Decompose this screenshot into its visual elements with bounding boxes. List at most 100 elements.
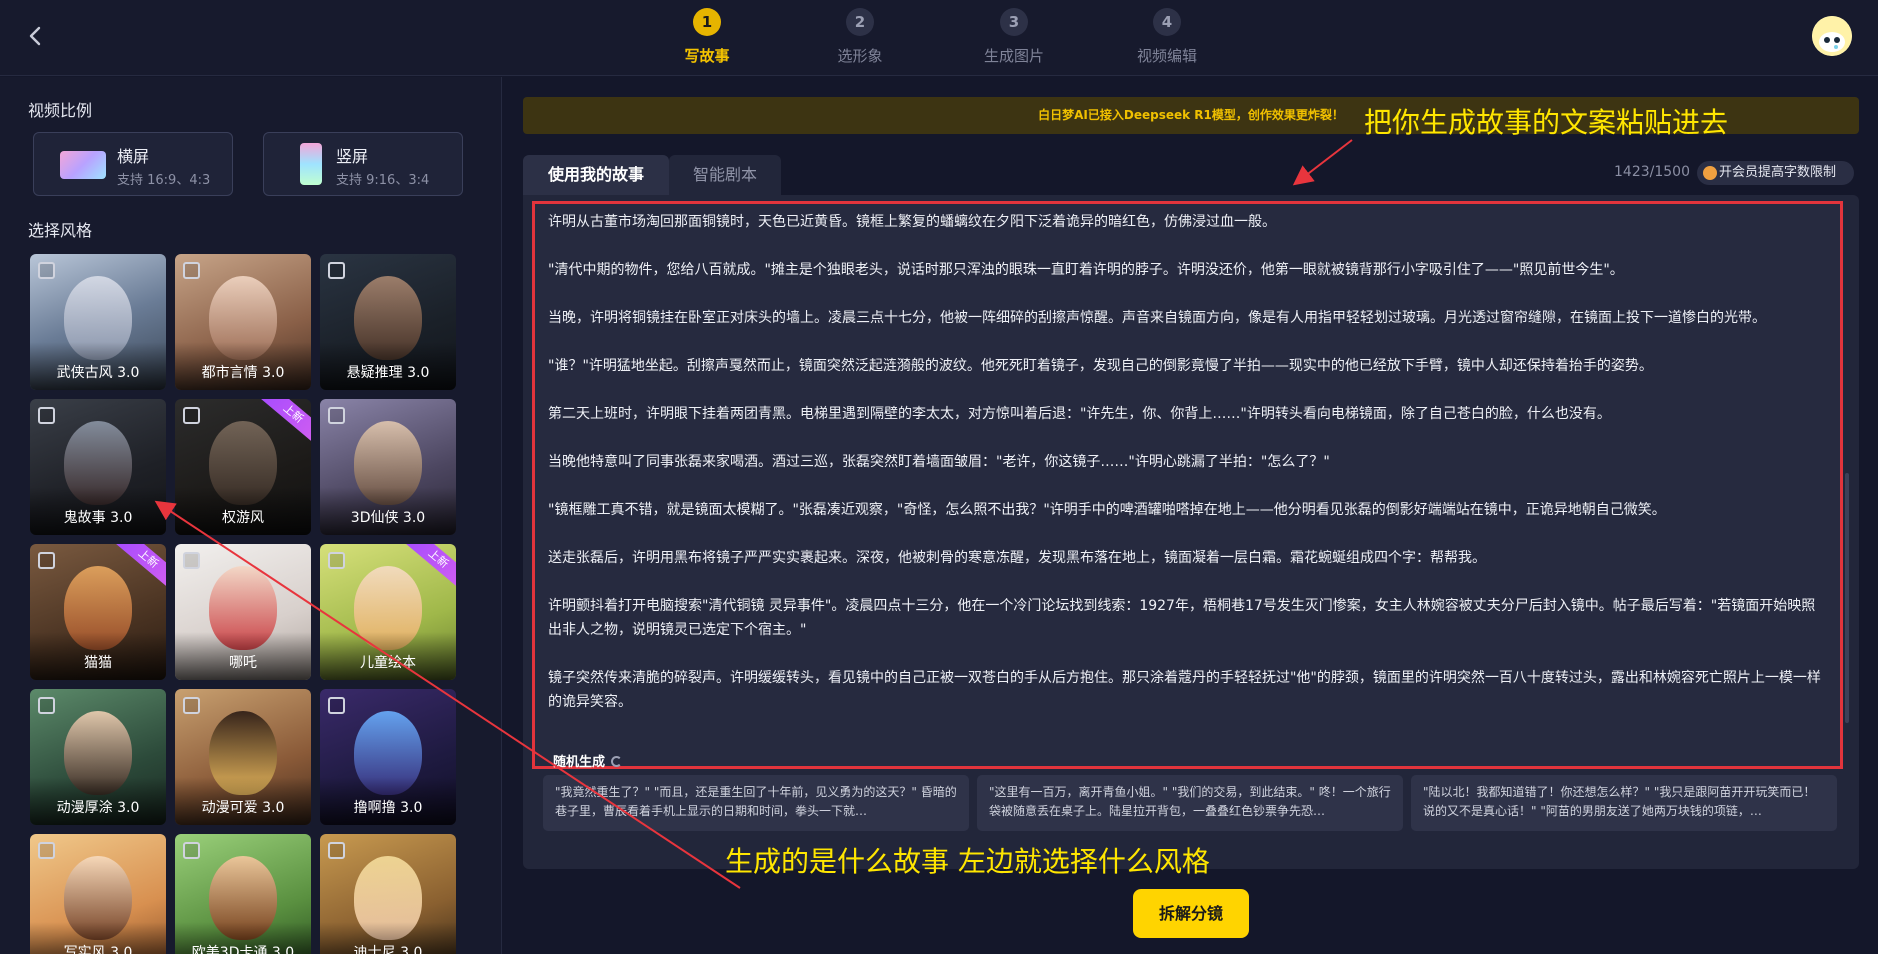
ratio-portrait-option[interactable]: 竖屏 支持 9:16、3:4 bbox=[263, 132, 463, 196]
refresh-icon bbox=[611, 756, 623, 767]
top-bar: 1 写故事 2 选形象 3 生成图片 4 视频编辑 bbox=[0, 0, 1878, 76]
style-checkbox[interactable] bbox=[183, 697, 200, 714]
user-avatar[interactable] bbox=[1812, 16, 1852, 56]
scrollbar[interactable] bbox=[1845, 473, 1849, 723]
step-number: 2 bbox=[846, 8, 874, 36]
step-number: 3 bbox=[1000, 8, 1028, 36]
style-label: 哪吒 bbox=[229, 655, 257, 671]
editor-container: 许明从古董市场淘回那面铜镜时，天色已近黄昏。镜框上繁复的蟠螭纹在夕阳下泛着诡异的… bbox=[523, 195, 1859, 869]
style-checkbox[interactable] bbox=[38, 842, 55, 859]
style-checkbox[interactable] bbox=[38, 697, 55, 714]
ratio-name: 横屏 bbox=[117, 147, 150, 166]
sample-story-card[interactable]: "这里有一百万，离开青鱼小姐。" "我们的交易，到此结束。" 咚！一个旅行袋被随… bbox=[977, 775, 1403, 831]
story-paragraph: "清代中期的物件，您给八百就成。"摊主是个独眼老头，说话时那只浑浊的眼珠一直盯着… bbox=[548, 262, 1624, 278]
style-checkbox[interactable] bbox=[38, 262, 55, 279]
vip-icon bbox=[1703, 166, 1717, 180]
style-label: 武侠古风 3.0 bbox=[56, 365, 140, 381]
style-label: 鬼故事 3.0 bbox=[63, 510, 133, 526]
style-section-title: 选择风格 bbox=[28, 221, 93, 240]
style-label: 猫猫 bbox=[84, 655, 112, 671]
style-card[interactable]: 3D仙侠 3.0 bbox=[320, 399, 456, 535]
upgrade-member-button[interactable]: 开会员提高字数限制 bbox=[1697, 161, 1854, 185]
style-label: 都市言情 3.0 bbox=[201, 365, 285, 381]
char-counter: 1423/1500 bbox=[1614, 164, 1690, 180]
story-text[interactable]: 许明从古董市场淘回那面铜镜时，天色已近黄昏。镜框上繁复的蟠螭纹在夕阳下泛着诡异的… bbox=[548, 210, 1823, 730]
style-card[interactable]: 动漫可爱 3.0 bbox=[175, 689, 311, 825]
style-card[interactable]: 上新 猫猫 bbox=[30, 544, 166, 680]
annotation-top: 把你生成故事的文案粘贴进去 bbox=[1364, 106, 1729, 139]
style-checkbox[interactable] bbox=[328, 262, 345, 279]
annotation-bottom: 生成的是什么故事 左边就选择什么风格 bbox=[725, 845, 1210, 878]
left-panel: 视频比例 横屏 支持 16:9、4:3 竖屏 支持 9:16、3:4 选择风格 … bbox=[0, 77, 502, 954]
style-card[interactable]: 写实风 3.0 bbox=[30, 834, 166, 954]
style-label: 3D仙侠 3.0 bbox=[350, 510, 426, 526]
style-card[interactable]: 都市言情 3.0 bbox=[175, 254, 311, 390]
sample-story-card[interactable]: "陆以北！我都知道错了！你还想怎么样？" "我只是跟阿苗开开玩笑而已！说的又不是… bbox=[1411, 775, 1837, 831]
split-storyboard-button[interactable]: 拆解分镜 bbox=[1133, 889, 1249, 938]
style-card[interactable]: 撸啊撸 3.0 bbox=[320, 689, 456, 825]
ratio-sub: 支持 16:9、4:3 bbox=[117, 173, 211, 188]
style-checkbox[interactable] bbox=[183, 552, 200, 569]
step-2[interactable]: 2 选形象 bbox=[810, 8, 910, 66]
ratio-sub: 支持 9:16、3:4 bbox=[336, 173, 430, 188]
style-label: 迪士尼 3.0 bbox=[353, 945, 423, 954]
tab-my-story[interactable]: 使用我的故事 bbox=[523, 155, 669, 195]
story-paragraph: "镜框雕工真不错，就是镜面太模糊了。"张磊凑近观察，"奇怪，怎么照不出我？"许明… bbox=[548, 502, 1666, 518]
step-label: 写故事 bbox=[684, 47, 730, 65]
style-card[interactable]: 动漫厚涂 3.0 bbox=[30, 689, 166, 825]
ratio-section-title: 视频比例 bbox=[28, 101, 93, 120]
story-paragraph: 第二天上班时，许明眼下挂着两团青黑。电梯里遇到隔壁的李太太，对方惊叫着后退："许… bbox=[548, 406, 1611, 422]
style-card[interactable]: 上新 儿童绘本 bbox=[320, 544, 456, 680]
step-4[interactable]: 4 视频编辑 bbox=[1117, 8, 1217, 66]
tab-smart-script[interactable]: 智能剧本 bbox=[669, 155, 781, 195]
step-number: 1 bbox=[693, 8, 721, 36]
story-paragraph: "谁？"许明猛地坐起。刮擦声戛然而止，镜面突然泛起涟漪般的波纹。他死死盯着镜子，… bbox=[548, 358, 1653, 374]
style-checkbox[interactable] bbox=[38, 407, 55, 424]
style-label: 欧美3D卡通 3.0 bbox=[191, 945, 295, 954]
random-generate-button[interactable]: 随机生成 bbox=[553, 751, 623, 770]
style-label: 撸啊撸 3.0 bbox=[353, 800, 423, 816]
step-3[interactable]: 3 生成图片 bbox=[964, 8, 1064, 66]
story-paragraph: 当晚他特意叫了同事张磊来家喝酒。酒过三巡，张磊突然盯着墙面皱眉："老许，你这镜子… bbox=[548, 454, 1330, 470]
landscape-ratio-icon bbox=[60, 151, 106, 179]
random-generate-label: 随机生成 bbox=[553, 755, 606, 770]
story-paragraph: 当晚，许明将铜镜挂在卧室正对床头的墙上。凌晨三点十七分，他被一阵细碎的刮擦声惊醒… bbox=[548, 310, 1766, 326]
style-checkbox[interactable] bbox=[328, 697, 345, 714]
step-number: 4 bbox=[1153, 8, 1181, 36]
style-card[interactable]: 上新 权游风 bbox=[175, 399, 311, 535]
style-card[interactable]: 悬疑推理 3.0 bbox=[320, 254, 456, 390]
portrait-ratio-icon bbox=[300, 143, 322, 185]
style-card[interactable]: 哪吒 bbox=[175, 544, 311, 680]
style-checkbox[interactable] bbox=[328, 407, 345, 424]
sample-story-card[interactable]: "我竟然重生了？" "而且，还是重生回了十年前，见义勇为的这天？" 昏暗的巷子里… bbox=[543, 775, 969, 831]
style-checkbox[interactable] bbox=[183, 407, 200, 424]
style-checkbox[interactable] bbox=[38, 552, 55, 569]
step-label: 选形象 bbox=[837, 47, 883, 65]
ratio-landscape-option[interactable]: 横屏 支持 16:9、4:3 bbox=[33, 132, 233, 196]
arrow-to-editor bbox=[1292, 139, 1353, 186]
style-label: 儿童绘本 bbox=[360, 655, 416, 671]
step-1[interactable]: 1 写故事 bbox=[657, 8, 757, 66]
ratio-name: 竖屏 bbox=[336, 147, 369, 166]
style-checkbox[interactable] bbox=[183, 262, 200, 279]
story-paragraph: 镜子突然传来清脆的碎裂声。许明缓缓转头，看见镜中的自己正被一双苍白的手从后方抱住… bbox=[548, 670, 1821, 710]
step-indicator: 1 写故事 2 选形象 3 生成图片 4 视频编辑 bbox=[0, 8, 1878, 68]
style-label: 动漫可爱 3.0 bbox=[201, 800, 285, 816]
style-card[interactable]: 迪士尼 3.0 bbox=[320, 834, 456, 954]
story-paragraph: 许明从古董市场淘回那面铜镜时，天色已近黄昏。镜框上繁复的蟠螭纹在夕阳下泛着诡异的… bbox=[548, 214, 1276, 230]
story-paragraph: 许明颤抖着打开电脑搜索"清代铜镜 灵异事件"。凌晨四点十三分，他在一个冷门论坛找… bbox=[548, 598, 1816, 638]
style-checkbox[interactable] bbox=[328, 552, 345, 569]
style-card[interactable]: 欧美3D卡通 3.0 bbox=[175, 834, 311, 954]
story-textarea[interactable]: 许明从古董市场淘回那面铜镜时，天色已近黄昏。镜框上繁复的蟠螭纹在夕阳下泛着诡异的… bbox=[532, 201, 1843, 770]
story-paragraph: 送走张磊后，许明用黑布将镜子严严实实裹起来。深夜，他被刺骨的寒意冻醒，发现黑布落… bbox=[548, 550, 1486, 566]
style-label: 悬疑推理 3.0 bbox=[346, 365, 430, 381]
style-label: 写实风 3.0 bbox=[63, 945, 133, 954]
step-label: 视频编辑 bbox=[1136, 47, 1197, 65]
upgrade-label: 开会员提高字数限制 bbox=[1719, 165, 1837, 180]
style-card[interactable]: 鬼故事 3.0 bbox=[30, 399, 166, 535]
style-label: 动漫厚涂 3.0 bbox=[56, 800, 140, 816]
style-checkbox[interactable] bbox=[328, 842, 345, 859]
style-card[interactable]: 武侠古风 3.0 bbox=[30, 254, 166, 390]
style-checkbox[interactable] bbox=[183, 842, 200, 859]
style-label: 权游风 bbox=[222, 510, 264, 526]
